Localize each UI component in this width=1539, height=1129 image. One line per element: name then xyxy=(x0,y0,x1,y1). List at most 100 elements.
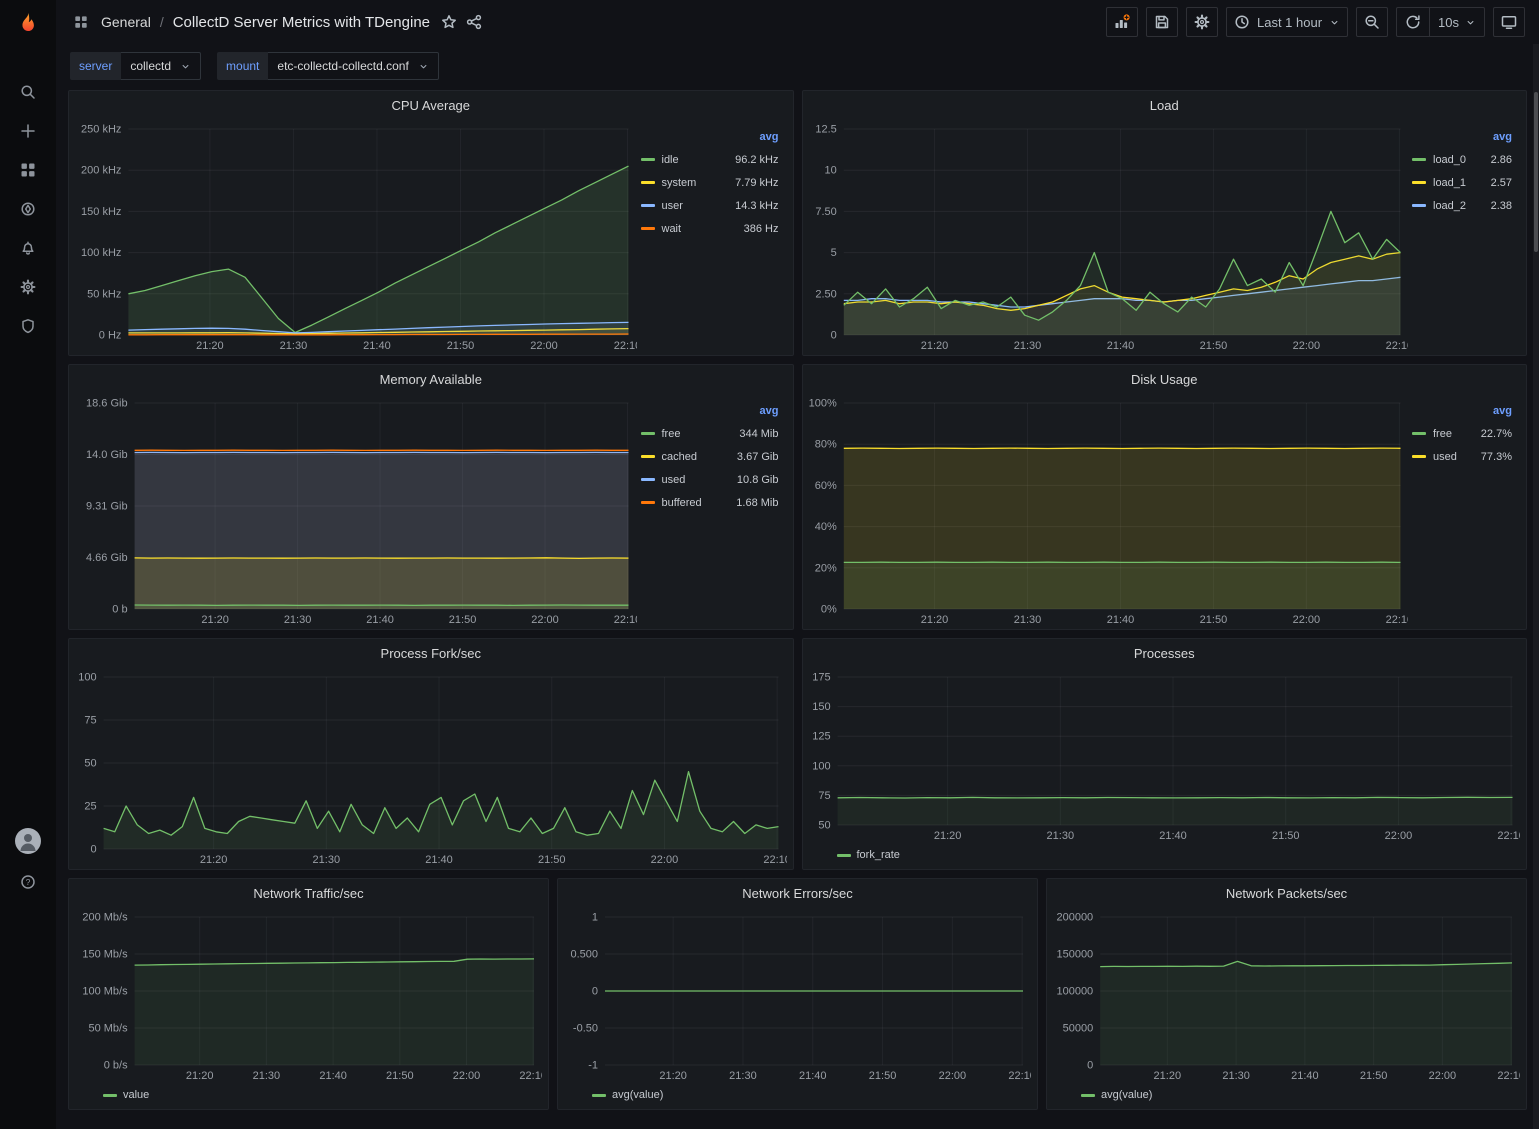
svg-text:125: 125 xyxy=(812,731,830,743)
legend-series-name[interactable]: free xyxy=(1433,428,1452,440)
scrollbar-track[interactable] xyxy=(1533,44,1539,1129)
chart-processes: 21:2021:3021:4021:5022:0022:105075100125… xyxy=(805,667,1521,843)
svg-text:0 b: 0 b xyxy=(112,604,127,616)
legend-series-name[interactable]: used xyxy=(662,474,686,486)
legend-swatch xyxy=(641,501,655,504)
svg-text:200 Mb/s: 200 Mb/s xyxy=(82,912,128,924)
dashboard-settings-button[interactable] xyxy=(1186,7,1218,37)
share-icon[interactable] xyxy=(466,14,482,30)
panel-title[interactable]: Process Fork/sec xyxy=(69,639,793,667)
legend-series-name[interactable]: load_0 xyxy=(1433,154,1466,166)
zoom-out-button[interactable] xyxy=(1356,7,1388,37)
legend-series-value: 1.68 Mib xyxy=(736,497,780,509)
legend-swatch xyxy=(837,854,851,857)
panel-title[interactable]: Network Traffic/sec xyxy=(69,879,548,907)
add-panel-button[interactable] xyxy=(1106,7,1138,37)
legend-avg-header[interactable]: avg xyxy=(1412,405,1514,417)
panel-title[interactable]: CPU Average xyxy=(69,91,793,119)
legend-series-name[interactable]: user xyxy=(662,200,683,212)
user-avatar[interactable] xyxy=(15,828,41,854)
variable-server[interactable]: server collectd xyxy=(70,52,201,80)
svg-text:100000: 100000 xyxy=(1056,986,1093,998)
svg-text:22:00: 22:00 xyxy=(1292,614,1320,626)
variable-server-value[interactable]: collectd xyxy=(121,52,201,80)
legend-row: system7.79 kHz xyxy=(641,171,781,194)
svg-text:21:50: 21:50 xyxy=(386,1070,414,1082)
svg-text:9.31 Gib: 9.31 Gib xyxy=(86,501,128,513)
svg-text:21:30: 21:30 xyxy=(284,614,312,626)
svg-text:18.6 Gib: 18.6 Gib xyxy=(86,398,128,410)
dashboard-header: General / CollectD Server Metrics with T… xyxy=(56,0,1539,44)
legend-series-name[interactable]: cached xyxy=(662,451,697,463)
legend-series-name[interactable]: fork_rate xyxy=(837,849,900,861)
help-icon[interactable]: ? xyxy=(8,862,48,901)
legend-series-name[interactable]: system xyxy=(662,177,697,189)
panel-body: 21:2021:3021:4021:5022:0022:100 Hz50 kHz… xyxy=(69,119,793,355)
svg-text:21:20: 21:20 xyxy=(920,340,948,352)
svg-text:22:00: 22:00 xyxy=(1384,830,1412,842)
star-icon[interactable] xyxy=(441,14,457,30)
grafana-logo[interactable] xyxy=(8,6,48,46)
cycle-view-mode-button[interactable] xyxy=(1493,7,1525,37)
dashboard-grid-icon[interactable] xyxy=(70,11,92,33)
panel-title[interactable]: Processes xyxy=(803,639,1527,667)
legend-series-name[interactable]: load_2 xyxy=(1433,200,1466,212)
legend-avg-header[interactable]: avg xyxy=(641,405,781,417)
legend-series-value: 10.8 Gib xyxy=(737,474,781,486)
sidebar-bottom: ? xyxy=(0,828,56,901)
svg-text:0%: 0% xyxy=(820,604,836,616)
svg-text:21:40: 21:40 xyxy=(425,854,453,866)
svg-text:21:30: 21:30 xyxy=(729,1070,757,1082)
breadcrumb-folder[interactable]: General xyxy=(101,14,151,30)
main-content: General / CollectD Server Metrics with T… xyxy=(56,0,1539,1129)
legend-series-name[interactable]: avg(value) xyxy=(1081,1089,1152,1101)
legend-series-name[interactable]: used xyxy=(1433,451,1457,463)
legend-series-name[interactable]: wait xyxy=(662,223,682,235)
legend-series-name[interactable]: free xyxy=(662,428,681,440)
zoom-out-icon xyxy=(1364,14,1380,30)
refresh-interval-picker[interactable]: 10s xyxy=(1429,8,1484,36)
variable-mount-value[interactable]: etc-collectd-collectd.conf xyxy=(268,52,438,80)
add-panel-icon xyxy=(1114,14,1130,30)
save-dashboard-button[interactable] xyxy=(1146,7,1178,37)
legend-series-name[interactable]: avg(value) xyxy=(592,1089,663,1101)
svg-text:21:30: 21:30 xyxy=(280,340,308,352)
panel-title[interactable]: Network Errors/sec xyxy=(558,879,1037,907)
time-range-picker[interactable]: Last 1 hour xyxy=(1226,7,1348,37)
side-navbar: ? xyxy=(0,0,56,1129)
refresh-button[interactable] xyxy=(1397,8,1429,36)
legend: avgload_02.86load_12.57load_22.38 xyxy=(1408,119,1520,353)
panel-grid: CPU Average21:2021:3021:4021:5022:0022:1… xyxy=(56,84,1539,1120)
dashboards-icon[interactable] xyxy=(8,150,48,189)
legend-avg-header[interactable]: avg xyxy=(1412,131,1514,143)
panel-title[interactable]: Network Packets/sec xyxy=(1047,879,1526,907)
configuration-gear-icon[interactable] xyxy=(8,267,48,306)
legend-row: idle96.2 kHz xyxy=(641,148,781,171)
scrollbar-thumb[interactable] xyxy=(1534,92,1538,252)
panel-network-errors-sec: Network Errors/sec21:2021:3021:4021:5022… xyxy=(557,878,1038,1110)
dashboard-toolbar: Last 1 hour 10s xyxy=(1106,7,1525,37)
legend-series-name[interactable]: value xyxy=(103,1089,149,1101)
legend-series-name[interactable]: buffered xyxy=(662,497,702,509)
dashboard-title[interactable]: CollectD Server Metrics with TDengine xyxy=(173,14,430,31)
legend-avg-header[interactable]: avg xyxy=(641,131,781,143)
create-plus-icon[interactable] xyxy=(8,111,48,150)
svg-text:21:30: 21:30 xyxy=(313,854,341,866)
legend-series-name[interactable]: load_1 xyxy=(1433,177,1466,189)
svg-text:50: 50 xyxy=(84,758,96,770)
variable-mount[interactable]: mount etc-collectd-collectd.conf xyxy=(217,52,439,80)
panel-title[interactable]: Disk Usage xyxy=(803,365,1527,393)
svg-text:21:30: 21:30 xyxy=(1013,340,1041,352)
svg-text:150 Mb/s: 150 Mb/s xyxy=(82,949,128,961)
server-admin-shield-icon[interactable] xyxy=(8,306,48,345)
svg-text:22:10: 22:10 xyxy=(1497,1070,1520,1082)
alerting-bell-icon[interactable] xyxy=(8,228,48,267)
svg-text:21:20: 21:20 xyxy=(201,614,229,626)
svg-text:21:20: 21:20 xyxy=(200,854,228,866)
search-icon[interactable] xyxy=(8,72,48,111)
panel-title[interactable]: Load xyxy=(803,91,1527,119)
svg-text:60%: 60% xyxy=(814,480,836,492)
explore-compass-icon[interactable] xyxy=(8,189,48,228)
panel-title[interactable]: Memory Available xyxy=(69,365,793,393)
legend-series-name[interactable]: idle xyxy=(662,154,679,166)
